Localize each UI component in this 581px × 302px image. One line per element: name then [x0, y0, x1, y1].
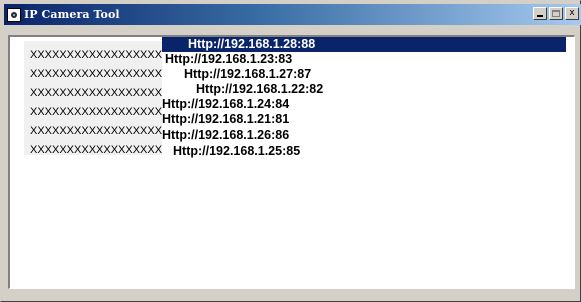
camera-name[interactable]: XXXXXXXXXXXXXXXXXX — [30, 87, 162, 99]
camera-name[interactable]: XXXXXXXXXXXXXXXXXX — [30, 49, 162, 61]
camera-url[interactable]: Http://192.168.1.26:86 — [162, 128, 289, 142]
camera-name[interactable]: XXXXXXXXXXXXXXXXXX — [30, 144, 162, 156]
maximize-icon — [552, 10, 560, 17]
window-controls: x — [533, 7, 579, 20]
minimize-icon — [537, 15, 543, 17]
status-bar — [4, 291, 576, 299]
camera-icon[interactable] — [7, 7, 21, 22]
maximize-button[interactable] — [549, 7, 563, 20]
window-title: IP Camera Tool — [24, 8, 120, 21]
camera-name[interactable]: XXXXXXXXXXXXXXXXXX — [30, 106, 162, 118]
close-icon: x — [569, 8, 575, 18]
camera-url[interactable]: Http://192.168.1.23:83 — [165, 52, 292, 66]
app-window: IP Camera Tool x XXXXXXXXXXXXXXXXXX XXXX… — [0, 0, 581, 302]
camera-url[interactable]: Http://192.168.1.24:84 — [162, 97, 289, 111]
camera-url-selected[interactable]: Http://192.168.1.28:88 — [162, 37, 566, 52]
title-bar[interactable]: IP Camera Tool x — [4, 4, 581, 25]
close-button[interactable]: x — [565, 7, 579, 20]
camera-name[interactable]: XXXXXXXXXXXXXXXXXX — [30, 68, 162, 80]
camera-url[interactable]: Http://192.168.1.22:82 — [196, 82, 323, 96]
camera-url[interactable]: Http://192.168.1.27:87 — [184, 67, 311, 81]
minimize-button[interactable] — [533, 7, 547, 20]
camera-list: XXXXXXXXXXXXXXXXXX XXXXXXXXXXXXXXXXXX XX… — [8, 35, 575, 289]
camera-url[interactable]: Http://192.168.1.21:81 — [162, 112, 289, 126]
camera-url[interactable]: Http://192.168.1.25:85 — [173, 144, 300, 158]
camera-name[interactable]: XXXXXXXXXXXXXXXXXX — [30, 125, 162, 137]
